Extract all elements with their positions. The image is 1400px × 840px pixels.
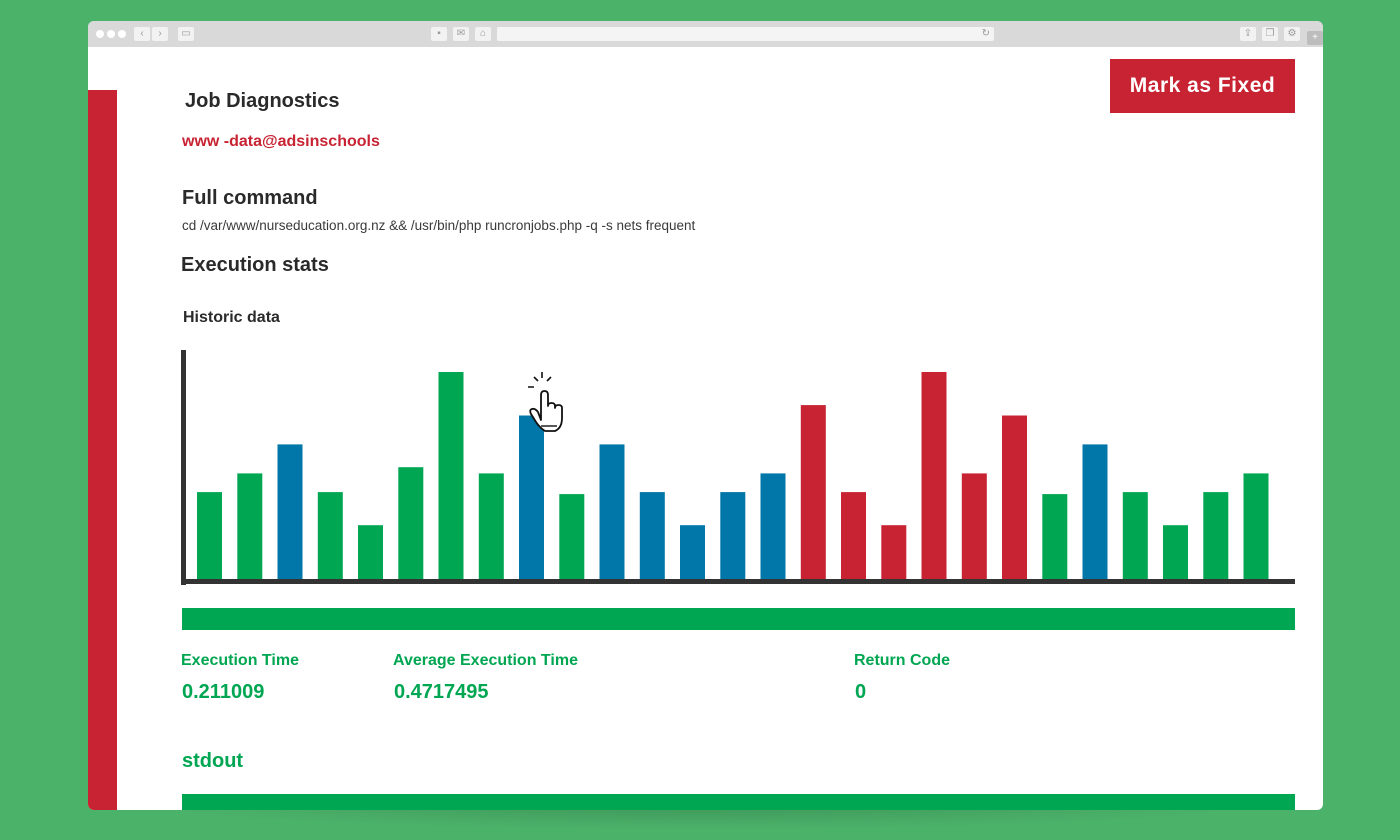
- execution-time-label: Execution Time: [181, 652, 299, 669]
- stdout-heading: stdout: [182, 750, 244, 772]
- chart-bar-13[interactable]: [680, 525, 705, 579]
- execution-stats-heading: Execution stats: [181, 254, 329, 276]
- mail-icon[interactable]: ✉: [453, 27, 469, 41]
- reload-icon[interactable]: ↻: [982, 27, 990, 41]
- back-icon[interactable]: ‹: [134, 27, 150, 41]
- chart-bar-15[interactable]: [760, 473, 786, 579]
- settings-icon[interactable]: ⚙: [1284, 27, 1300, 41]
- chart-bar-12[interactable]: [639, 492, 665, 579]
- full-command-heading: Full command: [182, 187, 318, 209]
- execution-time-value: 0.211009: [182, 681, 265, 703]
- forward-icon[interactable]: ›: [152, 27, 168, 41]
- chart-bar-5[interactable]: [358, 525, 383, 579]
- status-strip: [182, 608, 1295, 630]
- close-window-icon[interactable]: [96, 30, 104, 38]
- new-tab-icon[interactable]: +: [1307, 31, 1323, 45]
- minimize-window-icon[interactable]: [107, 30, 115, 38]
- chart-bar-7[interactable]: [438, 372, 464, 579]
- chart-bar-14[interactable]: [720, 492, 746, 579]
- chart-bar-8[interactable]: [478, 473, 504, 579]
- full-command-text: cd /var/www/nurseducation.org.nz && /usr…: [182, 218, 696, 233]
- sidebar-icon[interactable]: ▭: [178, 27, 194, 41]
- x-axis-line: [181, 579, 1295, 584]
- chart-bar-6[interactable]: [398, 467, 424, 579]
- chart-bar-20[interactable]: [961, 473, 987, 579]
- share-icon[interactable]: ⇪: [1240, 27, 1256, 41]
- address-bar[interactable]: ↻: [497, 27, 994, 41]
- browser-window: ‹ › ▭ ▪ ✉ ⌂ ↻ ⇪ ❐ ⚙ + Mark as Fixed Job …: [88, 21, 1323, 810]
- chart-bar-9[interactable]: [519, 415, 544, 580]
- average-execution-time-value: 0.4717495: [394, 681, 489, 703]
- chart-bar-4[interactable]: [317, 492, 343, 579]
- chart-bar-3[interactable]: [277, 444, 303, 579]
- chart-bar-1[interactable]: [197, 492, 222, 579]
- average-execution-time-label: Average Execution Time: [393, 652, 578, 669]
- chart-bar-11[interactable]: [599, 444, 625, 579]
- historic-data-heading: Historic data: [183, 309, 280, 326]
- home-icon[interactable]: ⌂: [475, 27, 491, 41]
- stdout-panel: [182, 794, 1295, 810]
- chart-bar-17[interactable]: [841, 492, 866, 579]
- y-axis-line: [181, 350, 186, 585]
- chart-bar-21[interactable]: [1002, 415, 1027, 580]
- historic-data-chart: [181, 350, 1295, 585]
- chart-bar-23[interactable]: [1082, 444, 1108, 579]
- print-icon[interactable]: ▪: [431, 27, 447, 41]
- status-side-bar: [88, 90, 117, 810]
- job-user-link[interactable]: www -data@adsinschools: [182, 133, 380, 151]
- chart-bar-24[interactable]: [1122, 492, 1148, 579]
- mark-as-fixed-button[interactable]: Mark as Fixed: [1110, 59, 1295, 113]
- chart-bar-16[interactable]: [800, 405, 826, 579]
- page-title: Job Diagnostics: [185, 90, 340, 112]
- chart-bar-22[interactable]: [1042, 494, 1068, 579]
- return-code-value: 0: [855, 681, 867, 703]
- chart-bar-26[interactable]: [1203, 492, 1229, 579]
- chart-bar-27[interactable]: [1243, 473, 1269, 579]
- browser-toolbar: ‹ › ▭ ▪ ✉ ⌂ ↻ ⇪ ❐ ⚙ +: [88, 21, 1323, 47]
- maximize-window-icon[interactable]: [118, 30, 126, 38]
- chart-bar-19[interactable]: [921, 372, 947, 579]
- chart-bar-2[interactable]: [237, 473, 263, 579]
- chart-bar-25[interactable]: [1163, 525, 1188, 579]
- chart-bar-18[interactable]: [881, 525, 907, 579]
- tabs-icon[interactable]: ❐: [1262, 27, 1278, 41]
- return-code-label: Return Code: [854, 652, 950, 669]
- chart-bar-10[interactable]: [559, 494, 585, 579]
